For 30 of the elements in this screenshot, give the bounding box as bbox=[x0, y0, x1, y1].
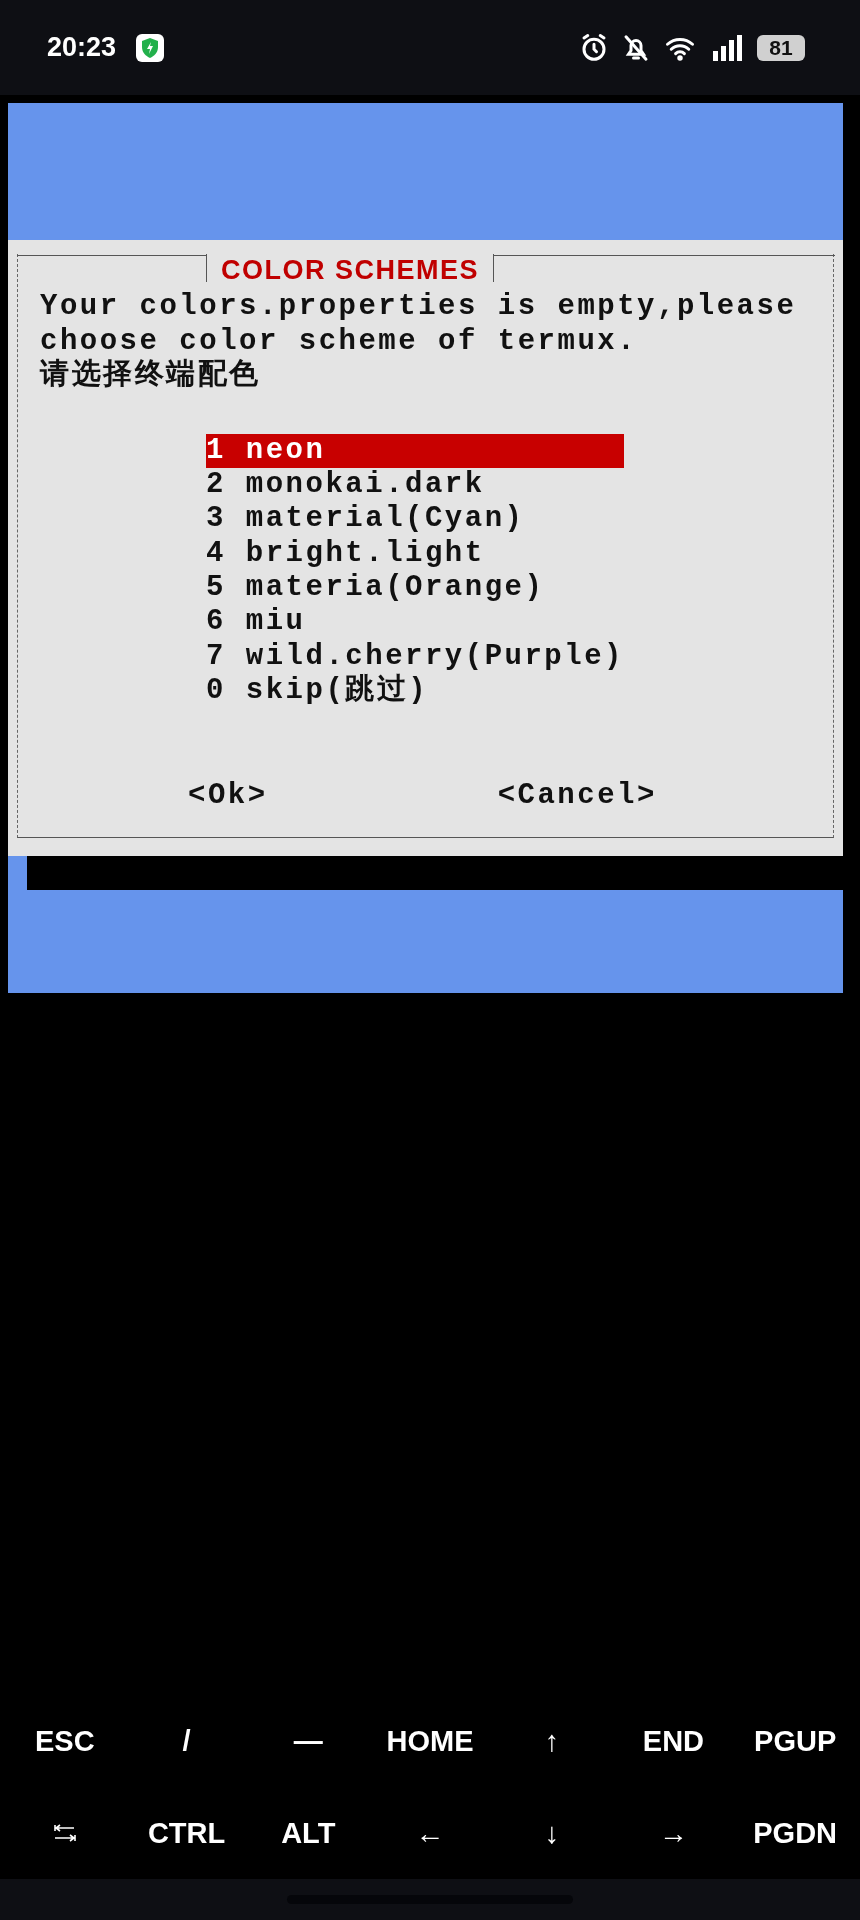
dialog-button[interactable]: <Cancel> bbox=[497, 778, 657, 812]
menu-item[interactable]: 0 skip(跳过) bbox=[206, 674, 624, 709]
extra-key[interactable]: CTRL bbox=[125, 1787, 248, 1879]
dialog-message: choose color scheme of termux. bbox=[39, 324, 639, 358]
dialog-button[interactable]: <Ok> bbox=[188, 778, 268, 812]
menu-item[interactable]: 5 materia(Orange) bbox=[206, 571, 624, 606]
extra-key[interactable]: ALT bbox=[247, 1787, 370, 1879]
extra-key[interactable]: ↑ bbox=[490, 1695, 613, 1787]
menu-item[interactable]: 2 monokai.dark bbox=[206, 467, 624, 503]
menu-item[interactable]: 1 neon bbox=[206, 433, 624, 468]
extra-key[interactable]: PGDN bbox=[734, 1787, 856, 1879]
extra-key[interactable]: END bbox=[612, 1695, 735, 1787]
extra-key[interactable]: ← bbox=[369, 1787, 491, 1879]
clock-time: 20:23 bbox=[47, 32, 117, 63]
extra-key[interactable]: PGUP bbox=[734, 1695, 856, 1787]
extra-key[interactable]: → bbox=[612, 1787, 735, 1879]
dialog-message: 请选择终端配色 bbox=[38, 359, 262, 394]
dialog-message: Your colors.properties is empty,please bbox=[39, 290, 798, 325]
extra-key[interactable]: ↓ bbox=[490, 1787, 613, 1879]
battery-indicator: 81 bbox=[757, 34, 805, 61]
extra-key[interactable]: ESC bbox=[4, 1695, 126, 1787]
tab-icon bbox=[53, 1823, 76, 1843]
menu-item[interactable]: 3 material(Cyan) bbox=[206, 502, 624, 537]
menu-item[interactable]: 4 bright.light bbox=[206, 536, 624, 572]
menu-item[interactable]: 6 miu bbox=[206, 605, 624, 640]
dialog-title: COLOR SCHEMES bbox=[206, 254, 495, 282]
extra-key[interactable]: / bbox=[125, 1695, 248, 1787]
extra-key[interactable]: HOME bbox=[369, 1695, 491, 1787]
shield-icon bbox=[136, 33, 165, 62]
extra-key[interactable]: — bbox=[247, 1695, 370, 1787]
